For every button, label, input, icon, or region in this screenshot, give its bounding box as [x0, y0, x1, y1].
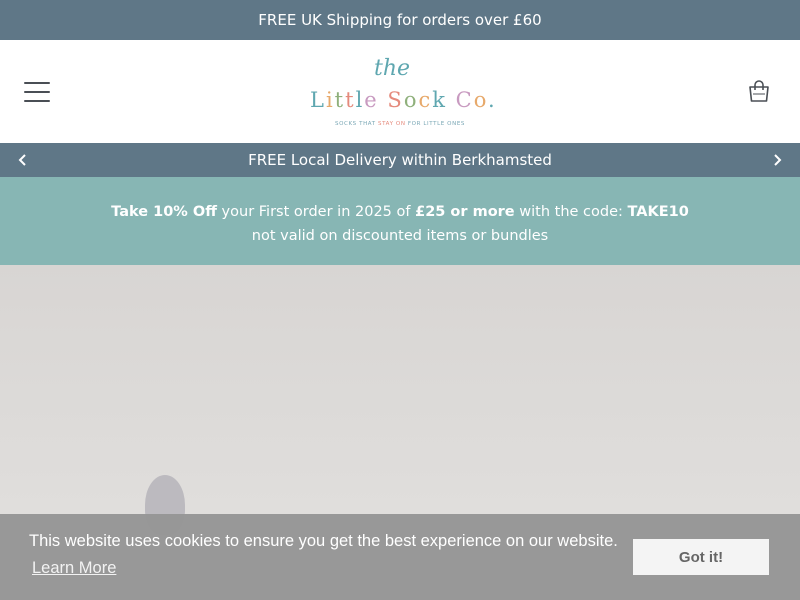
chevron-right-icon[interactable] — [762, 143, 792, 177]
logo-letter: l — [355, 88, 365, 112]
logo-letter: o — [473, 88, 489, 112]
logo-letter: k — [432, 88, 447, 112]
promo-line-1: Take 10% Off your First order in 2025 of… — [111, 204, 689, 220]
logo-letter: t — [345, 88, 356, 112]
logo-the: the — [374, 56, 411, 81]
promo-code: TAKE10 — [627, 204, 689, 220]
logo-wordmark: Little Sock Co. — [310, 88, 497, 112]
logo-tagline: SOCKS THAT STAY ON FOR LITTLE ONES — [335, 121, 465, 127]
shipping-banner-text: FREE UK Shipping for orders over £60 — [258, 11, 542, 29]
logo-letter: . — [488, 88, 497, 112]
logo-letter: o — [403, 88, 419, 112]
promo-banner: Take 10% Off your First order in 2025 of… — [0, 177, 800, 265]
learn-more-link[interactable]: Learn More — [32, 559, 116, 578]
announcement-bar: FREE Local Delivery within Berkhamsted — [0, 143, 800, 177]
logo-letter: C — [455, 88, 474, 112]
shipping-banner: FREE UK Shipping for orders over £60 — [0, 0, 800, 40]
logo-letter — [447, 88, 456, 112]
cookie-accept-button[interactable]: Got it! — [633, 539, 769, 575]
site-header: the Little Sock Co. SOCKS THAT STAY ON F… — [0, 40, 800, 143]
site-logo[interactable]: the Little Sock Co. SOCKS THAT STAY ON F… — [300, 54, 500, 132]
logo-letter: t — [334, 88, 346, 112]
logo-letter: i — [325, 88, 335, 112]
logo-letter: L — [310, 88, 326, 112]
logo-letter: e — [364, 88, 379, 112]
hamburger-menu-icon[interactable] — [24, 82, 50, 102]
chevron-left-icon[interactable] — [8, 143, 38, 177]
cookie-message: This website uses cookies to ensure you … — [29, 532, 618, 550]
cookie-banner: This website uses cookies to ensure you … — [0, 514, 800, 600]
shopping-bag-icon[interactable] — [747, 78, 771, 104]
announcement-text: FREE Local Delivery within Berkhamsted — [248, 151, 552, 169]
logo-letter: S — [387, 88, 404, 112]
promo-line-2: not valid on discounted items or bundles — [251, 228, 549, 244]
logo-letter: c — [418, 88, 433, 112]
